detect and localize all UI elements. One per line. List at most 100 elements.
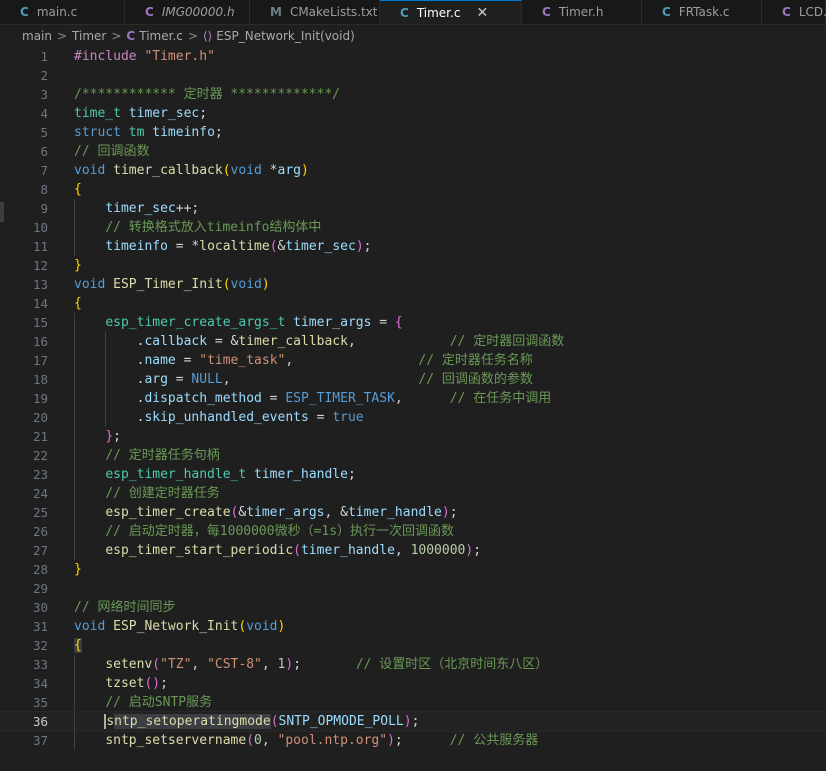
code-line[interactable]: 22 // 定时器任务句柄 (0, 446, 826, 465)
tab-cmakelists-txt[interactable]: M CMakeLists.txt (250, 0, 380, 24)
code-line[interactable]: 1 #include "Timer.h" (0, 47, 826, 66)
line-number: 5 (40, 125, 48, 140)
tab-frtask-c[interactable]: C FRTask.c (642, 0, 762, 24)
code-line[interactable]: 33 setenv("TZ", "CST-8", 1); // 设置时区（北京时… (0, 655, 826, 674)
tab-timer-h[interactable]: C Timer.h (522, 0, 642, 24)
code-token: time_t (74, 106, 121, 121)
code-token: , (394, 543, 411, 558)
line-number: 9 (40, 201, 48, 216)
code-token: ESP_Network_Init (113, 619, 239, 634)
tab-timer-c[interactable]: C Timer.c ✕ (380, 0, 522, 24)
code-text: // 回调函数 (74, 142, 149, 161)
code-line[interactable]: 16 .callback = &timer_callback, // 定时器回调… (0, 332, 826, 351)
code-line[interactable]: 24 // 创建定时器任务 (0, 484, 826, 503)
code-line[interactable]: 9 timer_sec++; (0, 199, 826, 218)
code-text: .name = "time_task", // 定时器任务名称 (74, 351, 533, 370)
breadcrumb-folder-timer[interactable]: Timer (72, 29, 106, 43)
code-line[interactable]: 25 esp_timer_create(&timer_args, &timer_… (0, 503, 826, 522)
line-number: 24 (32, 486, 48, 501)
code-line[interactable]: 26 // 启动定时器，每1000000微秒（=1s）执行一次回调函数 (0, 522, 826, 541)
tab-label: Timer.c (416, 5, 461, 20)
code-text: { (74, 636, 82, 655)
code-token: () (144, 676, 161, 691)
code-token: // 网络时间同步 (74, 600, 176, 615)
cmake-file-icon: M (270, 5, 282, 19)
code-token: // 转换格式放入timeinfo结构体中 (105, 220, 322, 235)
breadcrumb-file-timer-c[interactable]: Timer.c (139, 29, 183, 43)
code-text: tzset(); (74, 674, 168, 693)
code-token: timer_callback (238, 334, 348, 349)
code-line[interactable]: 2 (0, 66, 826, 85)
code-token: } (74, 258, 82, 273)
line-number: 36 (32, 714, 48, 729)
code-line[interactable]: 32 { (0, 636, 826, 655)
code-line[interactable]: 7 void timer_callback(void *arg) (0, 161, 826, 180)
code-line[interactable]: 13 void ESP_Timer_Init(void) (0, 275, 826, 294)
code-line[interactable]: 31 void ESP_Network_Init(void) (0, 617, 826, 636)
code-line[interactable]: 37 sntp_setservername(0, "pool.ntp.org")… (0, 731, 826, 750)
code-line[interactable]: 27 esp_timer_start_periodic(timer_handle… (0, 541, 826, 560)
code-line[interactable]: 36 sntp_setoperatingmode(SNTP_OPMODE_POL… (0, 711, 826, 732)
close-icon[interactable]: ✕ (476, 5, 488, 21)
code-token: . (74, 391, 145, 406)
code-token: timer_sec (105, 201, 176, 216)
code-token: #include (74, 49, 137, 64)
code-line[interactable]: 34 tzset(); (0, 674, 826, 693)
code-text: sntp_setservername(0, "pool.ntp.org"); /… (74, 731, 538, 750)
code-token: , (285, 353, 419, 368)
code-text: time_t timer_sec; (74, 104, 207, 123)
code-token: ) (301, 163, 309, 178)
breadcrumb-folder-main[interactable]: main (22, 29, 52, 43)
code-line[interactable]: 6 // 回调函数 (0, 142, 826, 161)
tab-main-c[interactable]: Cmain.c (0, 0, 125, 24)
code-editor[interactable]: 1 #include "Timer.h" 2 3/************ 定时器 *… (0, 47, 826, 771)
tab-img00000-h[interactable]: C IMG00000.h (125, 0, 250, 24)
code-token: timer_args (246, 505, 325, 520)
code-line[interactable]: 19 .dispatch_method = ESP_TIMER_TASK, //… (0, 389, 826, 408)
code-token: . (74, 334, 145, 349)
code-text: setenv("TZ", "CST-8", 1); // 设置时区（北京时间东八… (74, 655, 548, 674)
code-text: struct tm timeinfo; (74, 123, 223, 142)
code-line[interactable]: 12} (0, 256, 826, 275)
line-number: 18 (32, 372, 48, 387)
code-token: timer_callback (113, 163, 223, 178)
code-line[interactable]: 11 timeinfo = *localtime(&timer_sec); (0, 237, 826, 256)
code-token: skip_unhandled_events (144, 410, 309, 425)
code-line[interactable]: 14 { (0, 294, 826, 313)
code-token: , (191, 657, 208, 672)
code-line[interactable]: 17 .name = "time_task", // 定时器任务名称 (0, 351, 826, 370)
code-token: timer_handle (300, 543, 395, 558)
code-token: esp_timer_create (105, 505, 231, 520)
code-line[interactable]: 20 .skip_unhandled_events = true (0, 408, 826, 427)
code-line[interactable]: 21 }; (0, 427, 826, 446)
code-token: ; (199, 106, 208, 121)
code-line[interactable]: 23 esp_timer_handle_t timer_handle; (0, 465, 826, 484)
code-line[interactable]: 15 esp_timer_create_args_t timer_args = … (0, 313, 826, 332)
code-line[interactable]: 10 // 转换格式放入timeinfo结构体中 (0, 218, 826, 237)
chevron-right-icon: > (56, 29, 68, 43)
code-token: ; (394, 733, 450, 748)
code-line[interactable]: 30 // 网络时间同步 (0, 598, 826, 617)
code-token: ntp_setoperatingmode (114, 714, 271, 729)
code-line[interactable]: 4 time_t timer_sec; (0, 104, 826, 123)
line-number: 13 (32, 277, 48, 292)
code-line[interactable]: 3 /************ 定时器 *************/ (0, 85, 826, 104)
code-text: esp_timer_create(&timer_args, &timer_han… (74, 503, 457, 522)
code-line[interactable]: 18 .arg = NULL, // 回调函数的参数 (0, 370, 826, 389)
code-text: // 启动定时器，每1000000微秒（=1s）执行一次回调函数 (74, 522, 454, 541)
tab-lcd-h[interactable]: C LCD.h (762, 0, 826, 24)
code-line[interactable]: 8{ (0, 180, 826, 199)
code-line[interactable]: 35 // 启动SNTP服务 (0, 693, 826, 712)
code-token: , (394, 391, 450, 406)
code-line[interactable]: 5 struct tm timeinfo; (0, 123, 826, 142)
breadcrumb-symbol-esp-network-init[interactable]: ESP_Network_Init(void) (216, 29, 354, 43)
code-line[interactable]: 28} (0, 560, 826, 579)
code-token: = (261, 391, 286, 406)
code-line[interactable]: 29 (0, 579, 826, 598)
